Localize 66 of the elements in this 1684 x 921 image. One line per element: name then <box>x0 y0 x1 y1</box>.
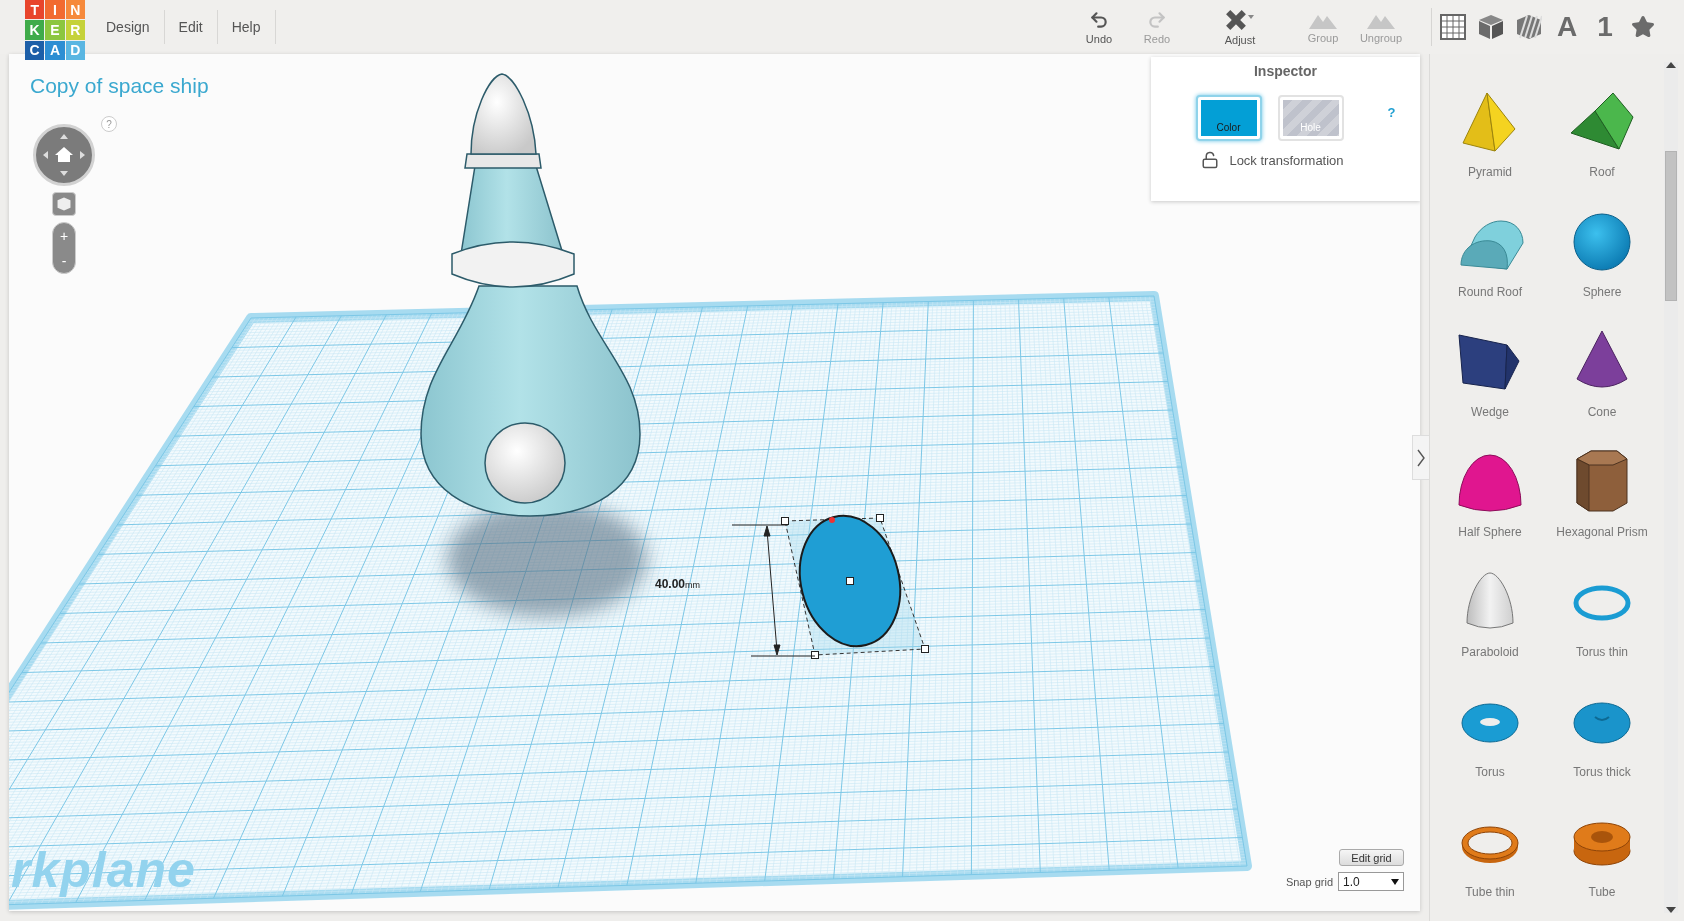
menu-item[interactable]: Design <box>92 10 165 44</box>
edit-grid-button[interactable]: Edit grid <box>1339 849 1404 866</box>
rotate-handle[interactable] <box>829 517 835 523</box>
dimension-label[interactable]: 40.00mm <box>655 577 701 591</box>
resize-handle[interactable] <box>921 645 929 653</box>
logo-letter: E <box>45 20 65 40</box>
logo-letter: A <box>45 40 65 60</box>
shape-tile[interactable]: Pyramid <box>1434 62 1546 182</box>
shape-tile[interactable]: Torus thin <box>1546 542 1658 662</box>
cube-icon <box>1478 14 1504 40</box>
toolbar-button[interactable]: Undo <box>1070 9 1128 45</box>
snap-grid-label: Snap grid <box>1285 875 1333 888</box>
cube-icon <box>57 197 71 211</box>
collapse-sidebar-button[interactable] <box>1412 435 1429 480</box>
redo-icon <box>1147 9 1167 30</box>
library-tab[interactable]: A <box>1548 7 1586 47</box>
zoom-out-button[interactable]: - <box>53 248 75 273</box>
scroll-down-icon[interactable] <box>1666 907 1676 913</box>
menu-item[interactable]: Edit <box>164 10 218 44</box>
logo-letter: R <box>65 20 85 40</box>
mode-button[interactable]: Color <box>1195 95 1262 141</box>
design-title: Copy of space ship <box>30 74 209 98</box>
zoom-in-button[interactable]: + <box>53 223 75 248</box>
shape-tile[interactable]: Wedge <box>1434 302 1546 422</box>
logo-letter: C <box>25 40 45 60</box>
shape-tile[interactable]: Torus thick <box>1546 662 1658 782</box>
shape-tile[interactable]: Roof <box>1546 62 1658 182</box>
star-icon <box>1631 15 1655 39</box>
shape-tile[interactable]: Tube thin <box>1434 782 1546 902</box>
resize-handle[interactable] <box>811 651 819 659</box>
logo-letter: N <box>65 0 85 20</box>
logo-letter: I <box>45 0 65 20</box>
lock-label: Lock transformation <box>1229 152 1344 168</box>
resize-handle[interactable] <box>781 517 789 525</box>
logo-letter: D <box>65 40 85 60</box>
view-cube-button[interactable] <box>52 192 76 216</box>
grid-icon <box>1440 14 1466 40</box>
logo-letter: K <box>25 20 45 40</box>
shape-tile[interactable]: Cone <box>1546 302 1658 422</box>
shape-tile[interactable]: Torus <box>1434 662 1546 782</box>
shape-tile[interactable]: Tube <box>1546 782 1658 902</box>
shape-tile[interactable]: Round Roof <box>1434 182 1546 302</box>
resize-handle[interactable] <box>846 577 854 585</box>
undo-icon <box>1089 9 1109 30</box>
lock-icon[interactable] <box>1201 151 1220 169</box>
toolbar-button[interactable]: Adjust <box>1211 8 1269 46</box>
logo[interactable]: T I N K E R C A D <box>25 0 85 60</box>
help-button[interactable]: ? <box>101 116 117 132</box>
shape-tile[interactable]: Hexagonal Prism <box>1546 422 1658 542</box>
striped-cube-icon <box>1516 14 1542 40</box>
snap-grid-select[interactable]: 1.0 <box>1338 872 1404 891</box>
inspector-title: Inspector <box>1254 63 1317 79</box>
logo-letter: T <box>25 0 45 20</box>
shape-tile[interactable]: Paraboloid <box>1434 542 1546 662</box>
resize-handle[interactable] <box>876 514 884 522</box>
shape-tile[interactable]: Half Sphere <box>1434 422 1546 542</box>
dropdown-arrow-icon <box>1391 878 1399 885</box>
selected-ellipse-shape[interactable] <box>798 514 902 648</box>
scrollbar[interactable] <box>1664 62 1678 913</box>
shape-tile[interactable]: Sphere <box>1546 182 1658 302</box>
scroll-up-icon[interactable] <box>1666 62 1676 68</box>
chevron-right-icon <box>1417 448 1425 467</box>
menu-item[interactable]: Help <box>217 10 276 44</box>
scrollbar-thumb[interactable] <box>1665 151 1677 301</box>
library-tab[interactable]: 1 <box>1586 7 1624 47</box>
help-button[interactable]: ? <box>1387 104 1396 120</box>
